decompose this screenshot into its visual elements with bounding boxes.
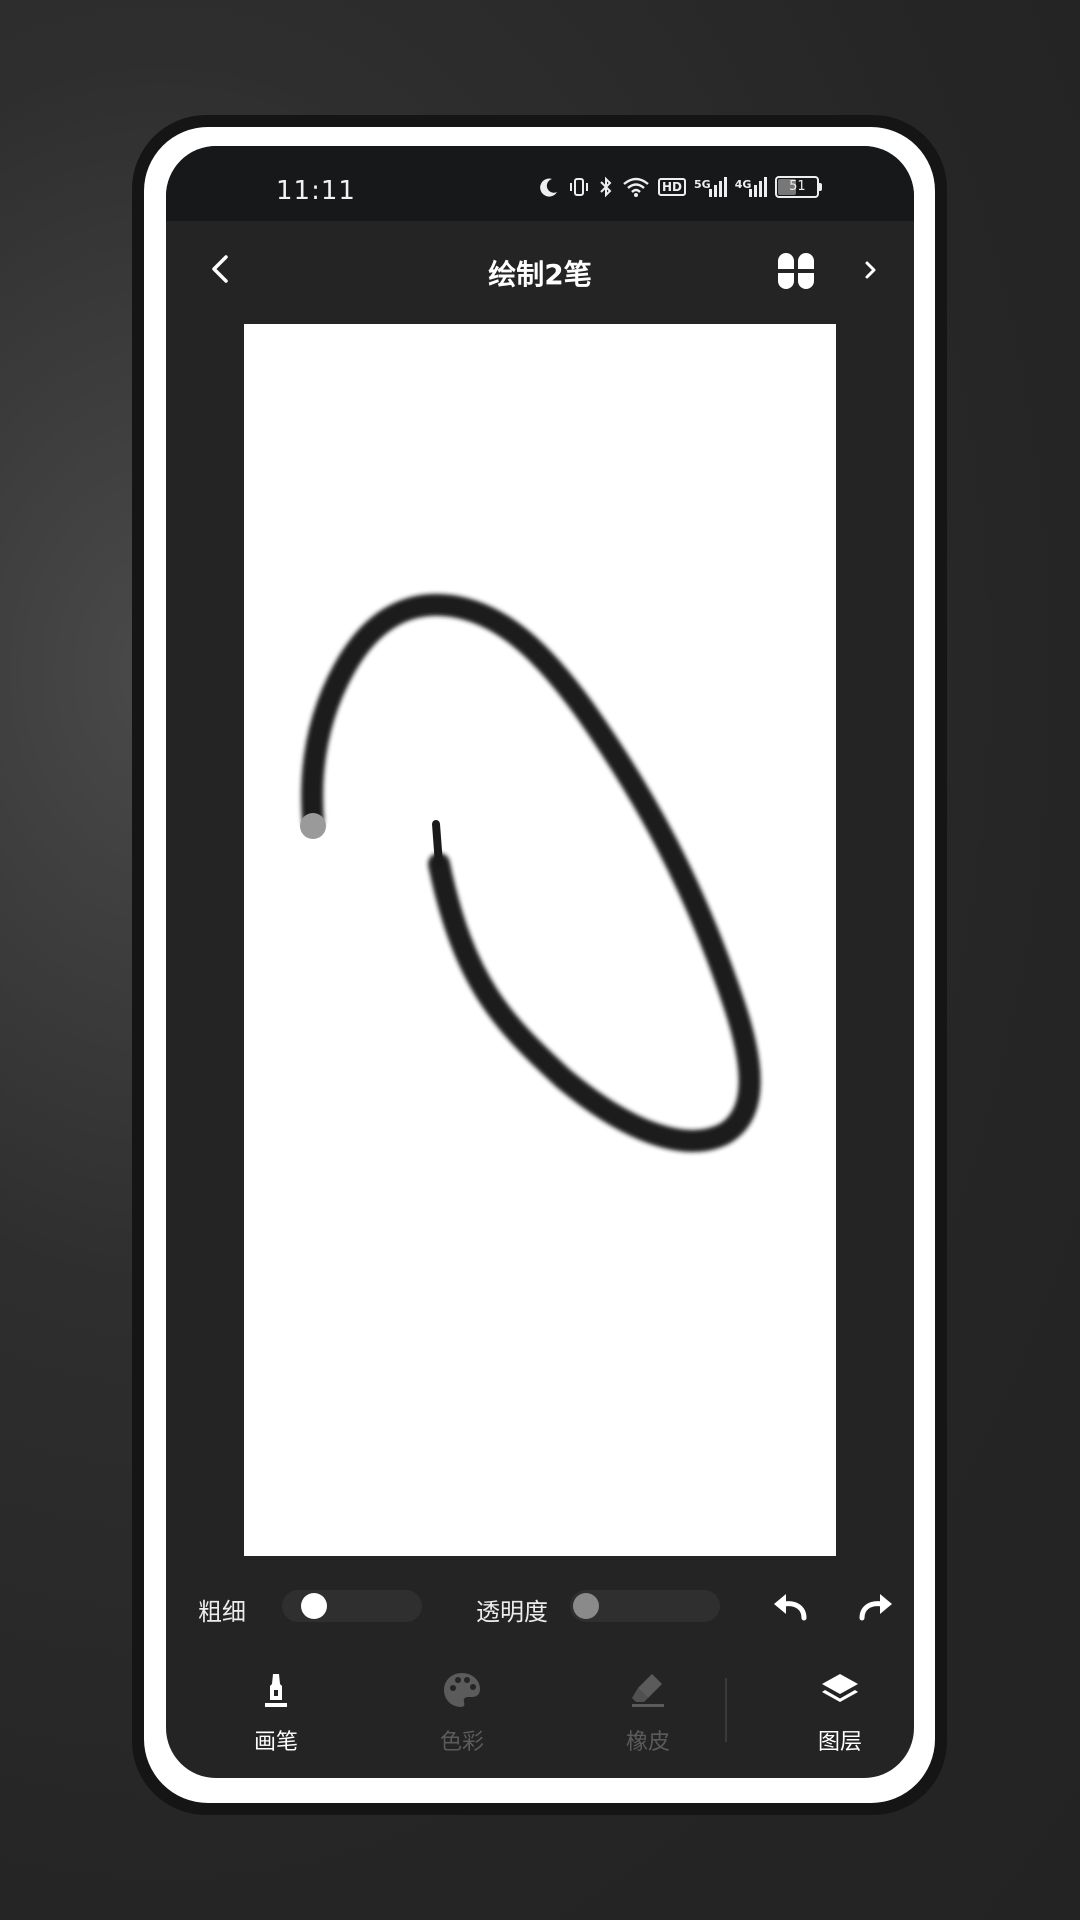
- bottom-tab-bar: 画笔 色彩 橡皮 图层: [166, 1646, 914, 1778]
- hd-icon: HD: [658, 178, 687, 196]
- tab-eraser[interactable]: 橡皮: [578, 1646, 718, 1778]
- tab-color[interactable]: 色彩: [392, 1646, 532, 1778]
- canvas-drawing: [300, 593, 761, 1152]
- opacity-label: 透明度: [476, 1598, 548, 1626]
- redo-icon[interactable]: [856, 1588, 896, 1624]
- signal-4g-icon: 4G: [735, 177, 768, 197]
- brush-stroke-1: [301, 593, 761, 1152]
- app-header: 绘制2笔: [166, 221, 914, 321]
- thickness-label: 粗细: [198, 1598, 246, 1626]
- undo-icon[interactable]: [770, 1588, 810, 1624]
- chevron-right-icon[interactable]: [856, 255, 886, 285]
- status-bar: 11:11 HD 5G 4G 51: [166, 146, 914, 221]
- opacity-slider[interactable]: [570, 1590, 720, 1622]
- status-time: 11:11: [276, 176, 356, 206]
- brush-controls: 粗细 透明度: [166, 1578, 914, 1638]
- tab-color-label: 色彩: [439, 1730, 484, 1755]
- thickness-slider[interactable]: [282, 1590, 422, 1622]
- net-5g-label: 5G: [694, 178, 711, 191]
- opacity-slider-knob[interactable]: [573, 1593, 599, 1619]
- palette-icon: [444, 1673, 480, 1707]
- brush-stroke-start-dot: [300, 813, 326, 839]
- four-petal-grid-icon[interactable]: [774, 249, 818, 293]
- bluetooth-icon: [600, 176, 612, 198]
- thickness-slider-knob[interactable]: [301, 1593, 328, 1619]
- drawing-canvas[interactable]: [244, 324, 836, 1556]
- moon-icon: [540, 178, 557, 197]
- layers-icon: [822, 1674, 858, 1702]
- brush-icon: [265, 1674, 287, 1707]
- battery-icon: 51: [775, 176, 823, 198]
- eraser-icon: [632, 1674, 664, 1707]
- app-screen: 11:11 HD 5G 4G 51 绘制2笔 粗细 透明度 画笔 色彩 橡皮 图…: [166, 146, 914, 1778]
- tab-eraser-label: 橡皮: [625, 1730, 670, 1755]
- tab-layers-label: 图层: [817, 1730, 862, 1755]
- tab-divider: [725, 1678, 727, 1742]
- tab-brush[interactable]: 画笔: [206, 1646, 346, 1778]
- tab-brush-label: 画笔: [253, 1730, 298, 1755]
- net-4g-label: 4G: [734, 178, 752, 191]
- status-icons: HD 5G 4G 51: [538, 174, 823, 200]
- brush-stroke-1-taper: [432, 820, 443, 868]
- tab-layers[interactable]: 图层: [770, 1646, 910, 1778]
- battery-level: 51: [789, 179, 806, 194]
- vibrate-icon: [570, 178, 588, 196]
- signal-5g-icon: 5G: [694, 177, 727, 197]
- wifi-icon: [623, 177, 649, 197]
